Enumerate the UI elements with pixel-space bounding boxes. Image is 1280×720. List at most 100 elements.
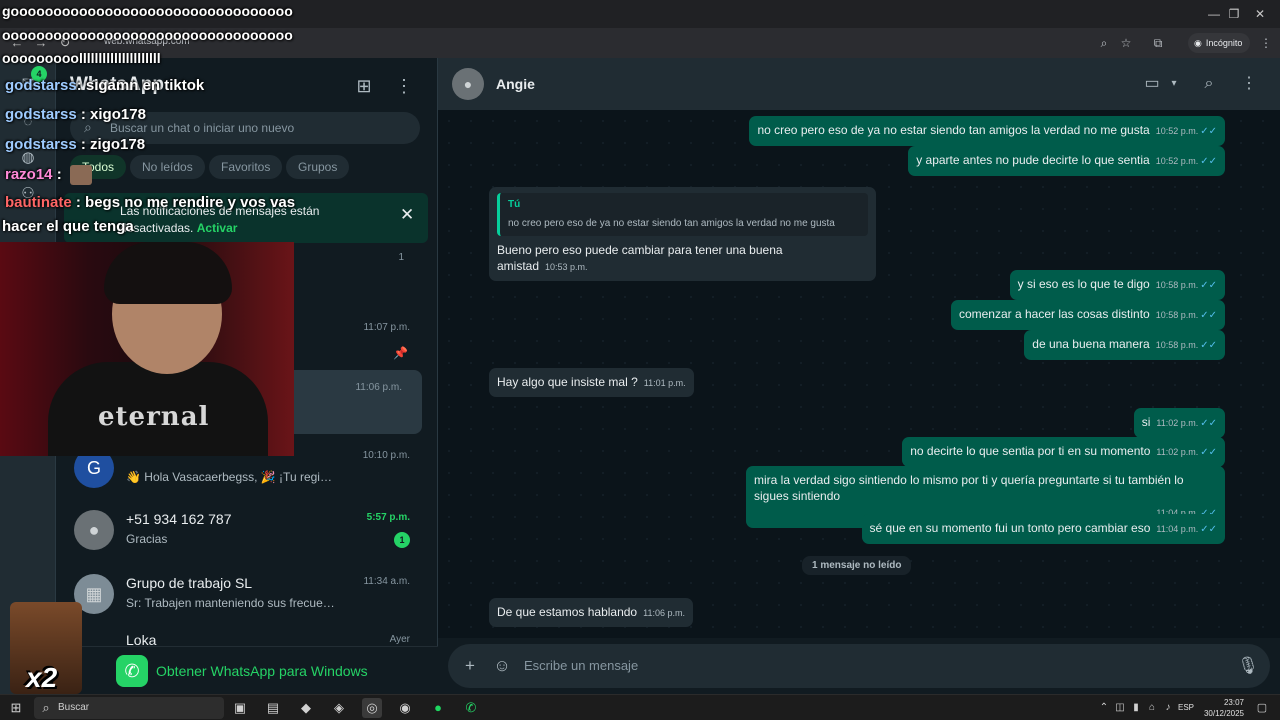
message-time: 11:02 p.m. [1156, 447, 1199, 457]
search-icon: ⌕ [42, 700, 50, 715]
message-time: 10:52 p.m. [1155, 126, 1199, 136]
taskbar: ⊞ ⌕ Buscar ▣ ▤ ◆ ◈ ◎ ◉ ● ✆ ⌃ ◫ ▮ ⌂ ♪ ESP… [0, 694, 1280, 720]
message-time: 11:02 p.m. [1156, 418, 1199, 428]
composer-box: + ☺ Escribe un mensaje 🎙 [448, 644, 1270, 688]
get-windows-app-banner[interactable]: ✆ Obtener WhatsApp para Windows [56, 646, 438, 694]
shirt-print: eternal [98, 402, 210, 432]
message-outgoing[interactable]: y si eso es lo que te digo 10:58 p.m. ✓✓ [1009, 270, 1225, 300]
windows-start-icon[interactable]: ⊞ [6, 698, 26, 718]
message-time: 10:58 p.m. [1155, 280, 1199, 290]
overlay-chat-line: godstarss: sigamn en tiktok [5, 77, 204, 94]
unread-divider: 1 mensaje no leído [802, 556, 912, 575]
video-call-icon[interactable]: ▭ [1140, 72, 1164, 96]
chat-list-item[interactable]: ● +51 934 162 787 Gracias 5:57 p.m. 1 [56, 500, 438, 564]
message-outgoing[interactable]: si 11:02 p.m. ✓✓ [1133, 408, 1225, 438]
chat-list-item[interactable]: Loka Ayer [56, 626, 438, 646]
quote-author: Tú [508, 199, 521, 210]
chat-list-item[interactable]: ▦ Grupo de trabajo SL Sr: Trabajen mante… [56, 564, 438, 628]
chevron-down-icon[interactable]: ▾ [1162, 72, 1186, 96]
search-icon[interactable]: ⌕ [1197, 72, 1221, 96]
chat-preview: 👋 Hola Vasacaerbegss, 🎉 ¡Tu registro en … [126, 470, 336, 484]
contact-name[interactable]: Angie [496, 76, 535, 92]
browser-menu-icon[interactable]: ⋮ [1258, 35, 1274, 51]
file-explorer-icon[interactable]: ▤ [263, 698, 283, 718]
app-icon[interactable]: ◈ [329, 698, 349, 718]
chat-separator: : [80, 106, 86, 123]
clock[interactable]: 23:07 30/12/2025 [1200, 697, 1244, 719]
clock-time: 23:07 [1223, 698, 1244, 707]
overlay-chat-line: godstarss : xigo178 [5, 106, 146, 123]
message-incoming[interactable]: De que estamos hablando 11:06 p.m. [489, 598, 693, 627]
chat-name: Grupo de trabajo SL [126, 575, 253, 591]
message-outgoing[interactable]: comenzar a hacer las cosas distinto 10:58… [950, 300, 1225, 330]
message-time: 10:58 p.m. [1155, 310, 1199, 320]
contact-avatar[interactable]: ● [452, 68, 484, 100]
microphone-icon[interactable]: 🎙 [1236, 654, 1260, 678]
close-window-button[interactable]: ✕ [1242, 4, 1278, 24]
language-indicator[interactable]: ESP [1178, 703, 1194, 712]
filter-no-leidos[interactable]: No leídos [130, 155, 205, 179]
message-outgoing[interactable]: no decirte lo que sentia por ti en su mo… [902, 437, 1225, 467]
chat-time: 11:07 p.m. [363, 322, 410, 333]
message-time: 10:53 p.m. [545, 262, 588, 272]
attach-plus-icon[interactable]: + [458, 654, 482, 678]
incognito-badge[interactable]: ◉ Incógnito [1188, 33, 1251, 53]
filter-grupos[interactable]: Grupos [286, 155, 350, 179]
overlay-chat-line: godstarss : zigo178 [5, 136, 145, 153]
emote-icon [69, 165, 92, 185]
whatsapp-icon[interactable]: ✆ [461, 698, 481, 718]
message-text: no decirte lo que sentia por ti en su mo… [910, 444, 1151, 458]
screen: — ❐ ✕ ← → ↻ web.whatsapp.com ⌕ ☆ ⧉ ◉ Incó… [0, 0, 1280, 720]
message-input[interactable]: Escribe un mensaje [524, 658, 638, 673]
message-text: sé que en su momento fui un tonto pero c… [869, 521, 1151, 535]
chat-message: zigo178 [90, 136, 146, 153]
message-outgoing[interactable]: y aparte antes no pude decirte lo que se… [908, 146, 1225, 176]
pin-icon: 📌 [393, 346, 408, 360]
message-text: no creo pero eso de ya no estar siendo t… [757, 123, 1150, 137]
chat-separator: : [80, 136, 86, 153]
chat-username: godstarss [5, 136, 77, 153]
chat-preview: Sr: Trabajen manteniendo sus frecuencia … [126, 596, 336, 610]
new-chat-icon[interactable]: ⊞ [352, 74, 376, 98]
quoted-message[interactable]: Tú no creo pero eso de ya no estar siend… [497, 193, 868, 236]
chat-time: 5:57 p.m. [366, 512, 410, 523]
read-receipt-icon: ✓✓ [1200, 156, 1217, 167]
message-outgoing[interactable]: sé que en su momento fui un tonto pero c… [861, 514, 1225, 544]
get-app-label[interactable]: Obtener WhatsApp para Windows [156, 663, 368, 679]
taskbar-search[interactable]: ⌕ Buscar [34, 697, 224, 719]
message-incoming[interactable]: Tú no creo pero eso de ya no estar siend… [489, 187, 876, 281]
message-text: de una buena manera [1032, 337, 1150, 351]
chat-message: xigo178 [90, 106, 146, 123]
message-outgoing[interactable]: de una buena manera 10:58 p.m. ✓✓ [1024, 330, 1225, 360]
menu-icon[interactable]: ⋮ [1237, 72, 1261, 96]
extensions-icon[interactable]: ⧉ [1150, 35, 1166, 51]
task-view-icon[interactable]: ▣ [230, 698, 250, 718]
chat-message: begs no me rendire y vos vas [85, 194, 296, 211]
message-incoming[interactable]: Hay algo que insiste mal ? 11:01 p.m. [489, 368, 694, 397]
search-input[interactable]: Buscar un chat o iniciar uno nuevo [110, 121, 294, 135]
read-receipt-icon: ✓✓ [1200, 524, 1217, 535]
obs-icon[interactable]: ◉ [395, 698, 415, 718]
overlay-chat-continuation: hacer el que tenga [2, 218, 134, 235]
message-outgoing[interactable]: no creo pero eso de ya no estar siendo t… [749, 116, 1225, 146]
volume-icon[interactable]: ♪ [1158, 698, 1178, 718]
taskbar-search-label[interactable]: Buscar [58, 702, 89, 713]
zoom-icon[interactable]: ⌕ [1096, 35, 1112, 51]
overlay-spam-line: gooooooooooooooooooooooooooooooooo [2, 3, 293, 19]
whatsapp-logo-icon: ✆ [116, 655, 148, 687]
notifications-icon[interactable]: ▢ [1252, 698, 1272, 718]
menu-icon[interactable]: ⋮ [392, 74, 416, 98]
app-icon[interactable]: ◆ [296, 698, 316, 718]
spotify-icon[interactable]: ● [428, 698, 448, 718]
filter-favoritos[interactable]: Favoritos [209, 155, 283, 179]
activate-link[interactable]: Activar [197, 221, 238, 235]
close-icon[interactable]: ✕ [400, 205, 414, 225]
message-text: si [1141, 415, 1151, 429]
emote-multiplier: x2 [26, 662, 58, 693]
bookmark-star-icon[interactable]: ☆ [1118, 35, 1134, 51]
message-time: 11:04 p.m. [1156, 524, 1199, 534]
chrome-icon[interactable]: ◎ [362, 698, 382, 718]
overlay-chat-line: bautinate : begs no me rendire y vos vas [5, 194, 295, 211]
emoji-sticker-icon[interactable]: ☺ [490, 654, 514, 678]
unread-count: 1 [394, 532, 410, 548]
